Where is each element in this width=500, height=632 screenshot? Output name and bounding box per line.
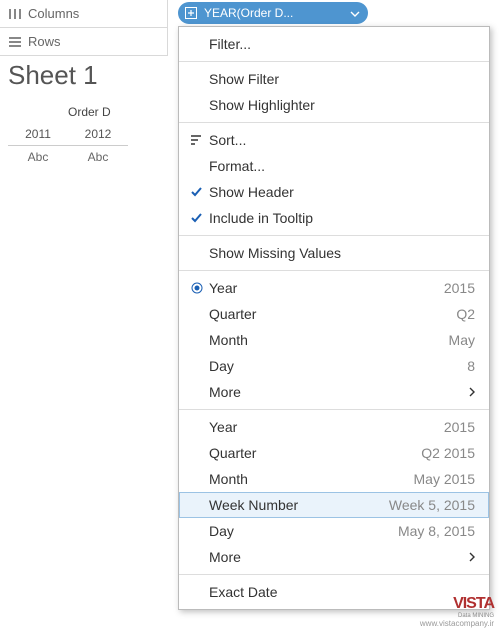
menu-item-year[interactable]: Year 2015 — [179, 275, 489, 301]
menu-item-label: Year — [209, 280, 237, 296]
menu-item-month[interactable]: Month May 2015 — [179, 466, 489, 492]
chevron-right-icon — [469, 384, 475, 400]
menu-item-week-number[interactable]: Week Number Week 5, 2015 — [179, 492, 489, 518]
menu-item-label: Sort... — [209, 132, 246, 148]
field-pill-year-orderdate[interactable]: YEAR(Order D... — [178, 2, 368, 24]
sheet-title: Sheet 1 — [8, 60, 128, 91]
menu-item-show-highlighter[interactable]: Show Highlighter — [179, 92, 489, 118]
menu-item-label: Month — [209, 471, 248, 487]
menu-item-label: Show Missing Values — [209, 245, 341, 261]
menu-item-label: Day — [209, 523, 234, 539]
menu-item-value: Q2 — [456, 306, 475, 322]
menu-item-value: 8 — [467, 358, 475, 374]
menu-separator — [179, 409, 489, 410]
worksheet-view: Sheet 1 Order D 2011 2012 Abc Abc — [8, 60, 128, 168]
data-placeholder: Abc — [8, 146, 68, 168]
shelves-panel: Columns Rows — [0, 0, 168, 56]
menu-item-label: Format... — [209, 158, 265, 174]
menu-item-label: Show Header — [209, 184, 294, 200]
data-placeholder: Abc — [68, 146, 128, 168]
field-header: Order D — [8, 105, 128, 119]
menu-item-value: May 2015 — [414, 471, 475, 487]
check-icon — [185, 185, 209, 199]
menu-separator — [179, 574, 489, 575]
menu-item-filter[interactable]: Filter... — [179, 31, 489, 57]
menu-item-value: Week 5, 2015 — [389, 497, 475, 513]
watermark-url: www.vistacompany.ir — [420, 619, 494, 628]
check-icon — [185, 211, 209, 225]
menu-item-label: More — [209, 549, 241, 565]
pill-label: YEAR(Order D... — [204, 6, 293, 20]
menu-item-day[interactable]: Day May 8, 2015 — [179, 518, 489, 544]
menu-item-day[interactable]: Day 8 — [179, 353, 489, 379]
year-header-row: 2011 2012 — [8, 123, 128, 146]
watermark-logo: VISTA — [420, 595, 494, 613]
rows-label: Rows — [28, 34, 61, 49]
columns-shelf[interactable]: Columns — [0, 0, 167, 28]
rows-shelf[interactable]: Rows — [0, 28, 167, 56]
placeholder-row: Abc Abc — [8, 146, 128, 168]
plus-icon — [184, 6, 198, 20]
chevron-right-icon — [469, 549, 475, 565]
menu-separator — [179, 61, 489, 62]
watermark: VISTA Data MINING www.vistacompany.ir — [420, 595, 494, 628]
radio-icon — [185, 282, 209, 294]
menu-item-format[interactable]: Format... — [179, 153, 489, 179]
rows-icon — [8, 36, 22, 48]
menu-item-include-in-tooltip[interactable]: Include in Tooltip — [179, 205, 489, 231]
menu-item-quarter[interactable]: Quarter Q2 2015 — [179, 440, 489, 466]
menu-item-label: Include in Tooltip — [209, 210, 313, 226]
menu-item-sort[interactable]: Sort... — [179, 127, 489, 153]
menu-item-label: Quarter — [209, 445, 256, 461]
pill-context-menu: Filter... Show Filter Show Highlighter Sort… — [178, 26, 490, 610]
menu-item-quarter[interactable]: Quarter Q2 — [179, 301, 489, 327]
menu-item-show-header[interactable]: Show Header — [179, 179, 489, 205]
menu-item-year[interactable]: Year 2015 — [179, 414, 489, 440]
menu-item-value: May — [449, 332, 475, 348]
menu-item-more[interactable]: More — [179, 544, 489, 570]
menu-item-label: Filter... — [209, 36, 251, 52]
year-header[interactable]: 2012 — [68, 123, 128, 146]
menu-item-label: Exact Date — [209, 584, 277, 600]
caret-down-icon — [350, 6, 360, 20]
menu-item-label: Week Number — [209, 497, 298, 513]
menu-item-value: Q2 2015 — [421, 445, 475, 461]
menu-item-show-missing-values[interactable]: Show Missing Values — [179, 240, 489, 266]
menu-separator — [179, 235, 489, 236]
menu-item-value: May 8, 2015 — [398, 523, 475, 539]
menu-item-label: Quarter — [209, 306, 256, 322]
menu-separator — [179, 122, 489, 123]
menu-item-label: More — [209, 384, 241, 400]
menu-item-month[interactable]: Month May — [179, 327, 489, 353]
menu-item-show-filter[interactable]: Show Filter — [179, 66, 489, 92]
menu-item-label: Day — [209, 358, 234, 374]
sort-icon — [185, 134, 209, 146]
menu-item-more[interactable]: More — [179, 379, 489, 405]
menu-item-label: Month — [209, 332, 248, 348]
menu-item-label: Show Highlighter — [209, 97, 315, 113]
menu-item-value: 2015 — [444, 419, 475, 435]
columns-label: Columns — [28, 6, 79, 21]
menu-item-label: Year — [209, 419, 237, 435]
columns-icon — [8, 8, 22, 20]
menu-separator — [179, 270, 489, 271]
year-header[interactable]: 2011 — [8, 123, 68, 146]
menu-item-value: 2015 — [444, 280, 475, 296]
menu-item-label: Show Filter — [209, 71, 279, 87]
